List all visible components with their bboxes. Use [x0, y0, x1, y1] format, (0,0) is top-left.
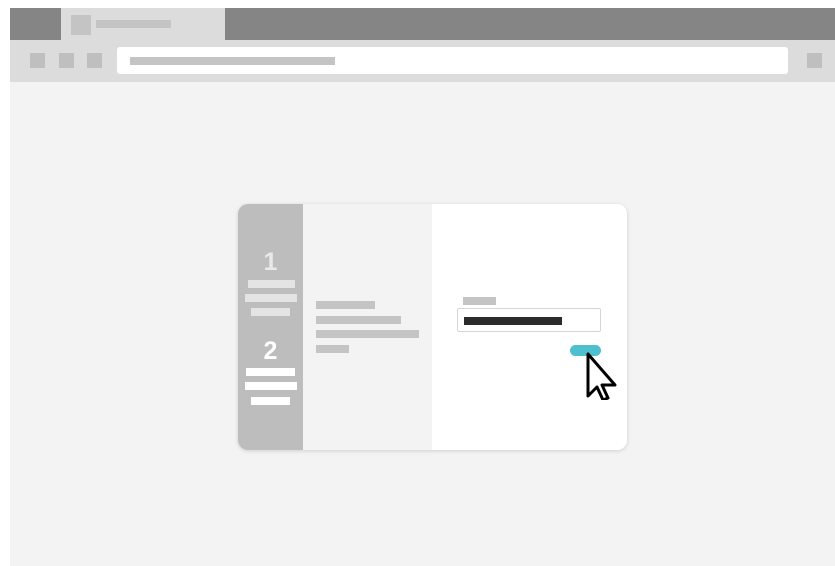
- reload-button[interactable]: [87, 53, 102, 68]
- favicon-icon: [71, 15, 91, 35]
- browser-window: 1 2: [10, 8, 835, 566]
- step-2-number: 2: [263, 337, 278, 365]
- step-1-label-line: [251, 308, 290, 316]
- info-text-line: [316, 316, 401, 324]
- step-1-label-line: [245, 294, 297, 302]
- info-text-line: [316, 330, 419, 338]
- input-value-placeholder: [464, 317, 562, 325]
- step-2-label-line: [246, 368, 295, 376]
- step-1-number: 1: [263, 248, 278, 276]
- field-label-placeholder: [463, 297, 496, 305]
- form-panel: [432, 204, 627, 450]
- tab-title-placeholder: [96, 20, 171, 28]
- address-bar[interactable]: [117, 47, 788, 74]
- step-2-label-line: [251, 397, 290, 405]
- step-2-label-line: [245, 382, 297, 390]
- wizard-dialog: 1 2: [238, 204, 627, 450]
- url-placeholder: [130, 57, 335, 65]
- tab-bar: [10, 8, 835, 40]
- info-panel: [303, 204, 432, 450]
- forward-button[interactable]: [59, 53, 74, 68]
- pointer-arrow-icon: [586, 352, 617, 400]
- step-1-label-line: [248, 280, 295, 288]
- browser-toolbar: [10, 40, 835, 82]
- wizard-stepper: 1 2: [238, 204, 303, 450]
- back-button[interactable]: [30, 53, 45, 68]
- browser-tab[interactable]: [61, 8, 225, 40]
- info-text-line: [316, 345, 349, 353]
- text-input-field[interactable]: [457, 308, 601, 332]
- browser-menu-button[interactable]: [807, 53, 822, 68]
- info-text-line: [316, 301, 375, 309]
